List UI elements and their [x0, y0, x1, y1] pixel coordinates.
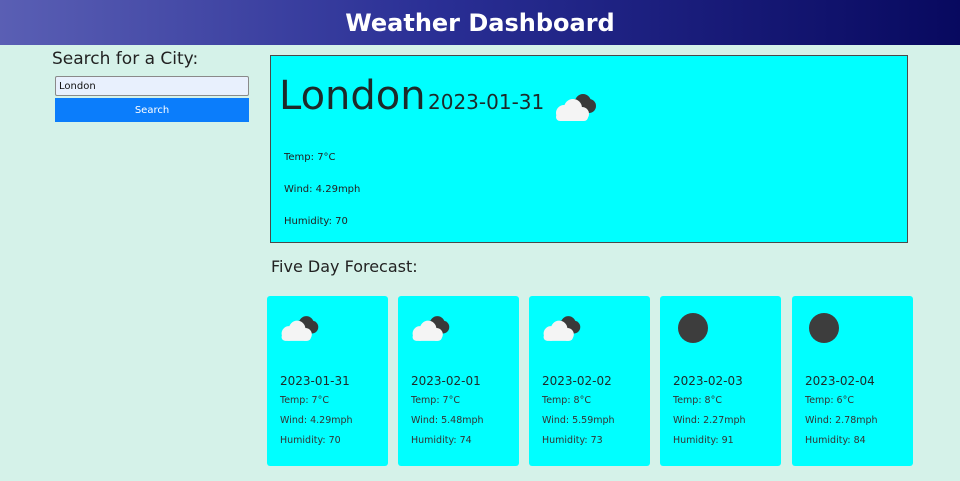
- current-humidity: Humidity: 70: [284, 216, 348, 227]
- forecast-date: 2023-02-03: [673, 374, 743, 388]
- cloudy-icon: [543, 316, 581, 341]
- current-weather-panel: London 2023-01-31 Temp: 7°C Wind: 4.29mp…: [270, 55, 908, 243]
- forecast-temp: Temp: 8°C: [673, 395, 722, 406]
- forecast-wind: Wind: 2.27mph: [673, 415, 746, 426]
- search-heading: Search for a City:: [52, 49, 199, 69]
- forecast-humidity: Humidity: 74: [411, 435, 472, 446]
- forecast-wind: Wind: 5.48mph: [411, 415, 484, 426]
- forecast-card: 2023-01-31 Temp: 7°C Wind: 4.29mph Humid…: [267, 296, 388, 466]
- forecast-wind: Wind: 5.59mph: [542, 415, 615, 426]
- forecast-date: 2023-02-04: [805, 374, 875, 388]
- current-temp: Temp: 7°C: [284, 152, 336, 163]
- forecast-humidity: Humidity: 70: [280, 435, 341, 446]
- forecast-card: 2023-02-03 Temp: 8°C Wind: 2.27mph Humid…: [660, 296, 781, 466]
- search-button[interactable]: Search: [55, 98, 249, 122]
- current-date: 2023-01-31: [428, 90, 545, 114]
- forecast-humidity: Humidity: 73: [542, 435, 603, 446]
- forecast-humidity: Humidity: 91: [673, 435, 734, 446]
- forecast-card: 2023-02-04 Temp: 6°C Wind: 2.78mph Humid…: [792, 296, 913, 466]
- forecast-humidity: Humidity: 84: [805, 435, 866, 446]
- cloudy-icon: [556, 94, 596, 121]
- city-name: London: [279, 73, 426, 119]
- city-search-input[interactable]: [55, 76, 249, 96]
- forecast-wind: Wind: 2.78mph: [805, 415, 878, 426]
- forecast-title: Five Day Forecast:: [271, 257, 418, 276]
- forecast-temp: Temp: 7°C: [411, 395, 460, 406]
- forecast-card: 2023-02-02 Temp: 8°C Wind: 5.59mph Humid…: [529, 296, 650, 466]
- forecast-temp: Temp: 7°C: [280, 395, 329, 406]
- search-panel: Search for a City: Search: [52, 49, 252, 122]
- page-title: Weather Dashboard: [345, 8, 615, 37]
- forecast-card: 2023-02-01 Temp: 7°C Wind: 5.48mph Humid…: [398, 296, 519, 466]
- current-wind: Wind: 4.29mph: [284, 184, 361, 195]
- dark-circle-icon: [809, 313, 839, 343]
- forecast-temp: Temp: 8°C: [542, 395, 591, 406]
- cloudy-icon: [412, 316, 450, 341]
- forecast-date: 2023-02-01: [411, 374, 481, 388]
- dark-circle-icon: [678, 313, 708, 343]
- forecast-date: 2023-02-02: [542, 374, 612, 388]
- forecast-wind: Wind: 4.29mph: [280, 415, 353, 426]
- forecast-temp: Temp: 6°C: [805, 395, 854, 406]
- cloudy-icon: [281, 316, 319, 341]
- forecast-date: 2023-01-31: [280, 374, 350, 388]
- app-header: Weather Dashboard: [0, 0, 960, 45]
